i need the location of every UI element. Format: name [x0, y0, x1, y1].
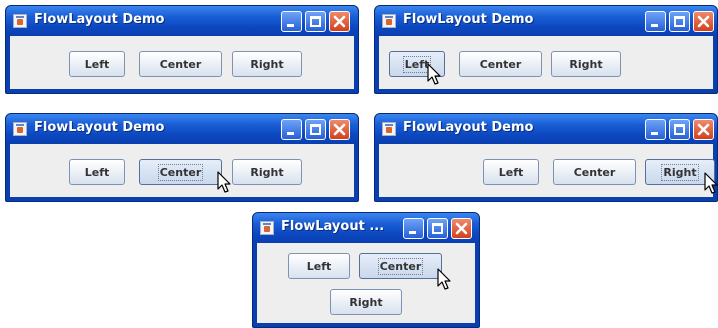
flowlayout-window-4: FlowLayout Demo Left Center Right	[374, 113, 718, 202]
close-icon[interactable]	[693, 11, 714, 32]
window-title: FlowLayout Demo	[34, 12, 165, 27]
maximize-icon[interactable]	[305, 11, 326, 32]
left-button[interactable]: Left	[483, 159, 539, 185]
center-button[interactable]: Center	[139, 159, 222, 185]
maximize-icon[interactable]	[669, 11, 690, 32]
center-button[interactable]: Center	[459, 51, 542, 77]
window-title: FlowLayout Demo	[34, 120, 165, 135]
window-title: FlowLayout Demo	[403, 120, 534, 135]
java-cup-icon	[13, 122, 27, 136]
java-cup-icon	[260, 221, 274, 235]
close-icon[interactable]	[329, 119, 350, 140]
title-bar[interactable]: FlowLayout Demo	[375, 6, 717, 36]
flowlayout-window-2: FlowLayout Demo Left Center Right	[374, 5, 718, 94]
content-pane: Left Center Right	[10, 144, 354, 197]
content-pane: Left Center Right	[379, 36, 713, 89]
title-bar[interactable]: FlowLayout ...	[253, 213, 479, 243]
left-button[interactable]: Left	[288, 253, 350, 279]
minimize-icon[interactable]	[645, 119, 666, 140]
left-button[interactable]: Left	[69, 51, 125, 77]
flowlayout-window-1: FlowLayout Demo Left Center Right	[5, 5, 359, 94]
flowlayout-window-3: FlowLayout Demo Left Center Right	[5, 113, 359, 202]
mouse-pointer-icon	[427, 63, 441, 85]
close-icon[interactable]	[329, 11, 350, 32]
center-button[interactable]: Center	[553, 159, 636, 185]
maximize-icon[interactable]	[427, 218, 448, 239]
center-button-label: Center	[377, 257, 424, 275]
mouse-pointer-icon	[437, 268, 451, 290]
close-icon[interactable]	[693, 119, 714, 140]
left-button[interactable]: Left	[69, 159, 125, 185]
mouse-pointer-icon	[217, 171, 231, 193]
maximize-icon[interactable]	[669, 119, 690, 140]
content-pane: Left Center Right	[10, 36, 354, 89]
java-cup-icon	[382, 122, 396, 136]
title-bar[interactable]: FlowLayout Demo	[6, 114, 358, 144]
java-cup-icon	[13, 14, 27, 28]
close-icon[interactable]	[451, 218, 472, 239]
minimize-icon[interactable]	[645, 11, 666, 32]
content-pane: Left Center Right	[257, 243, 475, 323]
mouse-pointer-icon	[704, 172, 718, 194]
center-button[interactable]: Center	[139, 51, 222, 77]
right-button[interactable]: Right	[232, 159, 302, 185]
minimize-icon[interactable]	[403, 218, 424, 239]
right-button-label: Right	[661, 163, 699, 181]
maximize-icon[interactable]	[305, 119, 326, 140]
content-pane: Left Center Right	[379, 144, 718, 197]
java-cup-icon	[382, 14, 396, 28]
right-button[interactable]: Right	[232, 51, 302, 77]
window-title: FlowLayout Demo	[403, 12, 534, 27]
right-button[interactable]: Right	[330, 289, 402, 315]
title-bar[interactable]: FlowLayout Demo	[375, 114, 717, 144]
flowlayout-window-5: FlowLayout ... Left Center Right	[252, 212, 480, 328]
center-button-label: Center	[157, 163, 204, 181]
left-button-label: Left	[402, 55, 432, 73]
window-title: FlowLayout ...	[281, 219, 385, 234]
title-bar[interactable]: FlowLayout Demo	[6, 6, 358, 36]
center-button[interactable]: Center	[359, 253, 442, 279]
right-button[interactable]: Right	[551, 51, 621, 77]
minimize-icon[interactable]	[281, 119, 302, 140]
minimize-icon[interactable]	[281, 11, 302, 32]
